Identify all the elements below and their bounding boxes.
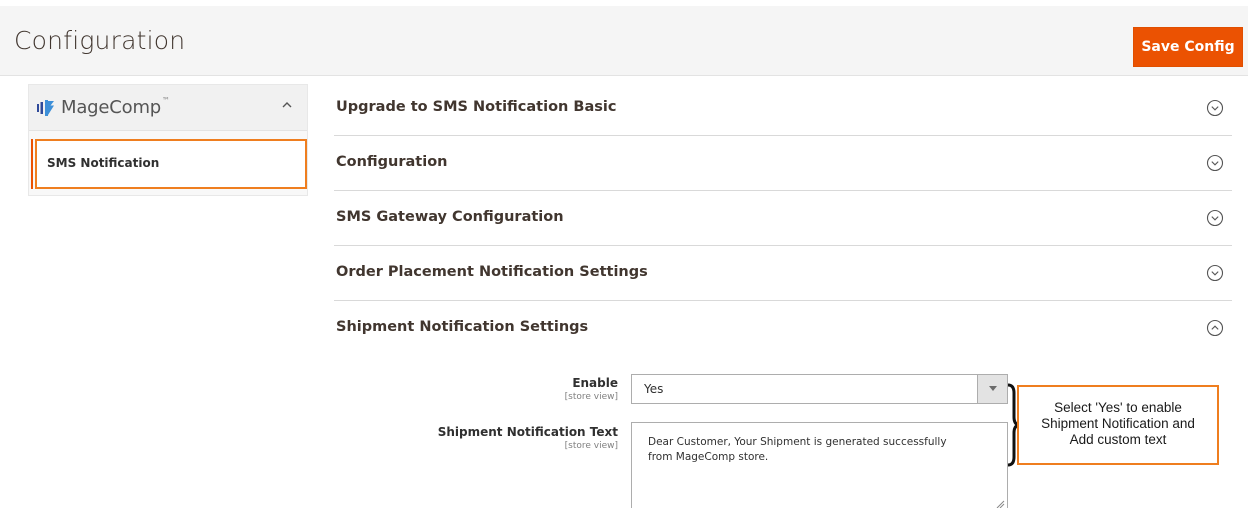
expand-icon[interactable] (1206, 209, 1224, 227)
chevron-up-icon[interactable] (281, 99, 293, 111)
dropdown-arrow-icon (989, 386, 997, 391)
enable-select-value: Yes (644, 382, 664, 396)
save-config-button[interactable]: Save Config (1133, 27, 1243, 67)
collapse-icon[interactable] (1206, 319, 1224, 337)
page-header: Configuration Save Config (0, 6, 1248, 76)
active-item-marker (31, 139, 33, 189)
shipment-text-textarea[interactable]: Dear Customer, Your Shipment is generate… (631, 422, 1008, 508)
shipment-text-value: Dear Customer, Your Shipment is generate… (648, 436, 947, 463)
section-title: Shipment Notification Settings (336, 319, 589, 335)
page-title: Configuration (14, 26, 186, 55)
section-title: Upgrade to SMS Notification Basic (336, 99, 617, 115)
enable-scope: [store view] (564, 392, 618, 402)
shipment-text-label: Shipment Notification Text (437, 425, 618, 439)
config-sidebar: MageComp ™ SMS Notification (28, 84, 308, 196)
section-configuration[interactable]: Configuration (334, 136, 1232, 191)
section-sms-gateway[interactable]: SMS Gateway Configuration (334, 191, 1232, 246)
magecomp-logo: MageComp ™ (37, 96, 171, 118)
dropdown-button[interactable] (977, 375, 1007, 403)
section-upgrade-sms-basic[interactable]: Upgrade to SMS Notification Basic (334, 81, 1232, 136)
enable-select[interactable]: Yes (631, 374, 1008, 404)
section-order-placement[interactable]: Order Placement Notification Settings (334, 246, 1232, 301)
sidebar-item-label: SMS Notification (47, 156, 160, 170)
magecomp-logo-icon (37, 99, 54, 116)
brand-trademark: ™ (162, 96, 171, 105)
expand-icon[interactable] (1206, 154, 1224, 172)
sidebar-group-magecomp[interactable]: MageComp ™ (29, 85, 307, 131)
enable-label: Enable (572, 376, 618, 390)
shipment-text-scope: [store view] (564, 441, 618, 451)
annotation-callout: Select 'Yes' to enable Shipment Notifica… (1017, 385, 1219, 465)
expand-icon[interactable] (1206, 99, 1224, 117)
resize-grip-icon[interactable] (995, 499, 1005, 508)
configuration-page: Configuration Save Config MageComp ™ SMS… (0, 0, 1248, 508)
section-title: SMS Gateway Configuration (336, 209, 564, 225)
sidebar-item-sms-notification[interactable]: SMS Notification (31, 139, 307, 189)
section-title: Order Placement Notification Settings (336, 264, 648, 280)
section-title: Configuration (336, 154, 448, 170)
section-shipment-notification[interactable]: Shipment Notification Settings (334, 301, 1232, 356)
expand-icon[interactable] (1206, 264, 1224, 282)
callout-text: Select 'Yes' to enable Shipment Notifica… (1041, 400, 1195, 447)
brand-name: MageComp (61, 97, 162, 118)
